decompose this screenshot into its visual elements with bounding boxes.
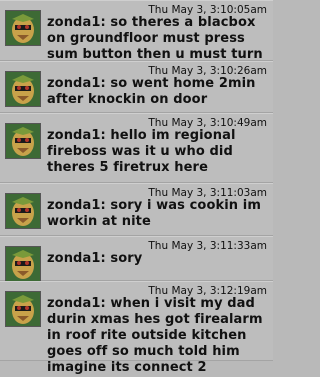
message-text: zonda1: so went home 2min after knockin …	[47, 76, 256, 107]
user-avatar-icon[interactable]	[5, 10, 41, 46]
message-item: Thu May 3, 3:10:26am zonda1: so went hom…	[0, 61, 273, 113]
message-item: Thu May 3, 3:10:49am zonda1: hello im re…	[0, 113, 273, 183]
user-avatar-icon[interactable]	[5, 246, 41, 282]
message-text: zonda1: when i visit my dad durin xmas h…	[47, 296, 263, 375]
user-avatar-icon[interactable]	[5, 123, 41, 159]
message-body: sory	[110, 251, 143, 266]
message-item: Thu May 3, 3:11:33am zonda1: sory	[0, 236, 273, 282]
message-text: zonda1: sory i was cookin im workin at n…	[47, 198, 261, 229]
message-item: Thu May 3, 3:12:19am zonda1: when i visi…	[0, 281, 273, 375]
message-text: zonda1: hello im regional fireboss was i…	[47, 128, 236, 175]
user-avatar-icon[interactable]	[5, 193, 41, 229]
message-item: Thu May 3, 3:10:05am zonda1: so theres a…	[0, 0, 273, 78]
message-username: zonda1	[47, 296, 101, 311]
message-text: zonda1: sory	[47, 251, 143, 266]
message-username: zonda1	[47, 15, 101, 30]
message-item: Thu May 3, 3:11:03am zonda1: sory i was …	[0, 183, 273, 236]
user-avatar-icon[interactable]	[5, 291, 41, 327]
message-username: zonda1	[47, 198, 101, 213]
message-username: zonda1	[47, 251, 101, 266]
message-feed: Thu May 3, 3:10:05am zonda1: so theres a…	[0, 0, 273, 375]
user-avatar-icon[interactable]	[5, 71, 41, 107]
message-username: zonda1	[47, 76, 101, 91]
message-username: zonda1	[47, 128, 101, 143]
